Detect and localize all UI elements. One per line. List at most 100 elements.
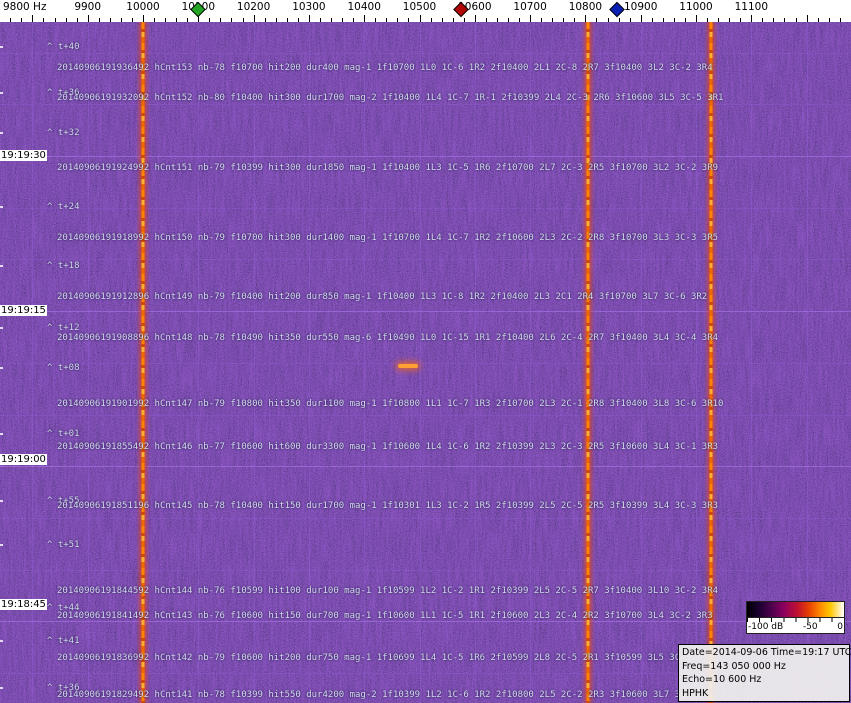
time-gridline xyxy=(0,569,851,571)
freq-tick-minor xyxy=(43,18,45,22)
freq-tick-minor xyxy=(430,18,432,22)
freq-tick-minor xyxy=(120,18,122,22)
freq-tick-minor xyxy=(353,18,355,22)
freq-tick-minor xyxy=(673,18,675,22)
freq-tick-minor xyxy=(762,18,764,22)
freq-tick-minor xyxy=(541,18,543,22)
freq-tick-minor xyxy=(176,18,178,22)
freq-tick-minor xyxy=(275,18,277,22)
freq-tick-label: 10800 xyxy=(568,1,603,13)
freq-tick-major xyxy=(32,15,34,22)
colorbar-labels: -100 dB -50 0 xyxy=(747,622,844,633)
freq-tick-minor xyxy=(784,18,786,22)
spectrogram xyxy=(0,22,851,703)
carrier-line xyxy=(141,22,145,703)
time-gridline xyxy=(0,621,851,623)
freq-tick-minor xyxy=(131,18,133,22)
freq-tick-minor xyxy=(76,18,78,22)
freq-tick-minor xyxy=(552,18,554,22)
freq-tick-minor xyxy=(740,18,742,22)
info-freq-line: Freq=143 050 000 Hz xyxy=(682,660,786,672)
freq-tick-minor xyxy=(220,18,222,22)
freq-tick-minor xyxy=(828,18,830,22)
freq-tick-minor xyxy=(452,18,454,22)
colorbar-legend: -100 dB -50 0 xyxy=(746,601,845,634)
freq-tick-label: 9800 Hz xyxy=(3,1,47,13)
time-gridline xyxy=(0,311,851,313)
freq-tick-minor xyxy=(10,18,12,22)
time-gridline xyxy=(0,104,851,106)
frequency-axis: 9800 Hz990010000101001020010300104001050… xyxy=(0,0,851,22)
freq-tick-label: 10400 xyxy=(347,1,381,13)
freq-tick-major xyxy=(87,15,89,22)
freq-tick-major xyxy=(364,15,366,22)
freq-tick-label: 9900 xyxy=(74,1,102,13)
freq-tick-minor xyxy=(729,18,731,22)
freq-tick-minor xyxy=(519,18,521,22)
spectrogram-app: 9800 Hz990010000101001020010300104001050… xyxy=(0,0,851,703)
freq-tick-minor xyxy=(319,18,321,22)
freq-tick-minor xyxy=(839,18,841,22)
time-gridline xyxy=(0,207,851,209)
freq-tick-minor xyxy=(54,18,56,22)
freq-tick-major xyxy=(474,15,476,22)
freq-tick-minor xyxy=(187,18,189,22)
freq-tick-minor xyxy=(596,18,598,22)
freq-tick-label: 10200 xyxy=(236,1,271,13)
info-station-line: HPHK xyxy=(682,687,709,699)
freq-tick-major xyxy=(419,15,421,22)
freq-tick-minor xyxy=(231,18,233,22)
freq-tick-major xyxy=(640,15,642,22)
freq-tick-label: 10900 xyxy=(623,1,658,13)
freq-tick-minor xyxy=(817,18,819,22)
time-gridline xyxy=(0,517,851,519)
blue-diamond xyxy=(609,1,625,18)
freq-tick-label: 10000 xyxy=(126,1,160,13)
carrier-line xyxy=(709,22,713,703)
freq-tick-major xyxy=(751,15,753,22)
freq-tick-minor xyxy=(297,18,299,22)
carrier-line xyxy=(586,22,590,703)
freq-tick-minor xyxy=(242,18,244,22)
meteor-echo-blob xyxy=(398,364,419,368)
freq-tick-major xyxy=(530,15,532,22)
freq-tick-minor xyxy=(165,18,167,22)
freq-tick-label: 11100 xyxy=(734,1,768,13)
freq-tick-minor xyxy=(375,18,377,22)
freq-tick-minor xyxy=(331,18,333,22)
freq-tick-major xyxy=(308,15,310,22)
freq-tick-minor xyxy=(109,18,111,22)
freq-tick-label: 10300 xyxy=(292,1,326,13)
freq-tick-minor xyxy=(607,18,609,22)
freq-tick-major xyxy=(696,15,697,22)
freq-tick-minor xyxy=(209,18,211,22)
info-echo-line: Echo=10 600 Hz xyxy=(682,674,762,685)
time-gridline xyxy=(0,156,851,157)
freq-tick-major xyxy=(585,15,587,22)
freq-tick-label: 11000 xyxy=(679,1,713,13)
freq-tick-minor xyxy=(629,18,631,22)
freq-tick-minor xyxy=(651,18,653,22)
freq-tick-minor xyxy=(485,18,487,22)
freq-tick-minor xyxy=(408,18,410,22)
time-gridline xyxy=(0,362,851,364)
freq-tick-minor xyxy=(264,18,266,22)
freq-tick-major xyxy=(143,15,144,22)
freq-tick-minor xyxy=(397,18,399,22)
freq-tick-minor xyxy=(463,18,465,22)
info-date-line: Date=2014-09-06 Time=19:17 UTC xyxy=(682,647,851,658)
freq-tick-minor xyxy=(684,18,686,22)
freq-tick-major xyxy=(806,15,808,22)
info-box: Date=2014-09-06 Time=19:17 UTC Freq=143 … xyxy=(678,644,851,702)
freq-tick-label: 10500 xyxy=(402,1,437,13)
freq-tick-minor xyxy=(286,18,288,22)
time-gridline xyxy=(0,259,851,261)
freq-tick-minor xyxy=(773,18,775,22)
time-gridline xyxy=(0,52,851,54)
freq-tick-major xyxy=(253,15,255,22)
colorbar-gradient xyxy=(747,602,844,618)
freq-tick-minor xyxy=(574,18,576,22)
time-gridline xyxy=(0,414,851,416)
freq-tick-minor xyxy=(65,18,67,22)
freq-tick-minor xyxy=(342,18,344,22)
